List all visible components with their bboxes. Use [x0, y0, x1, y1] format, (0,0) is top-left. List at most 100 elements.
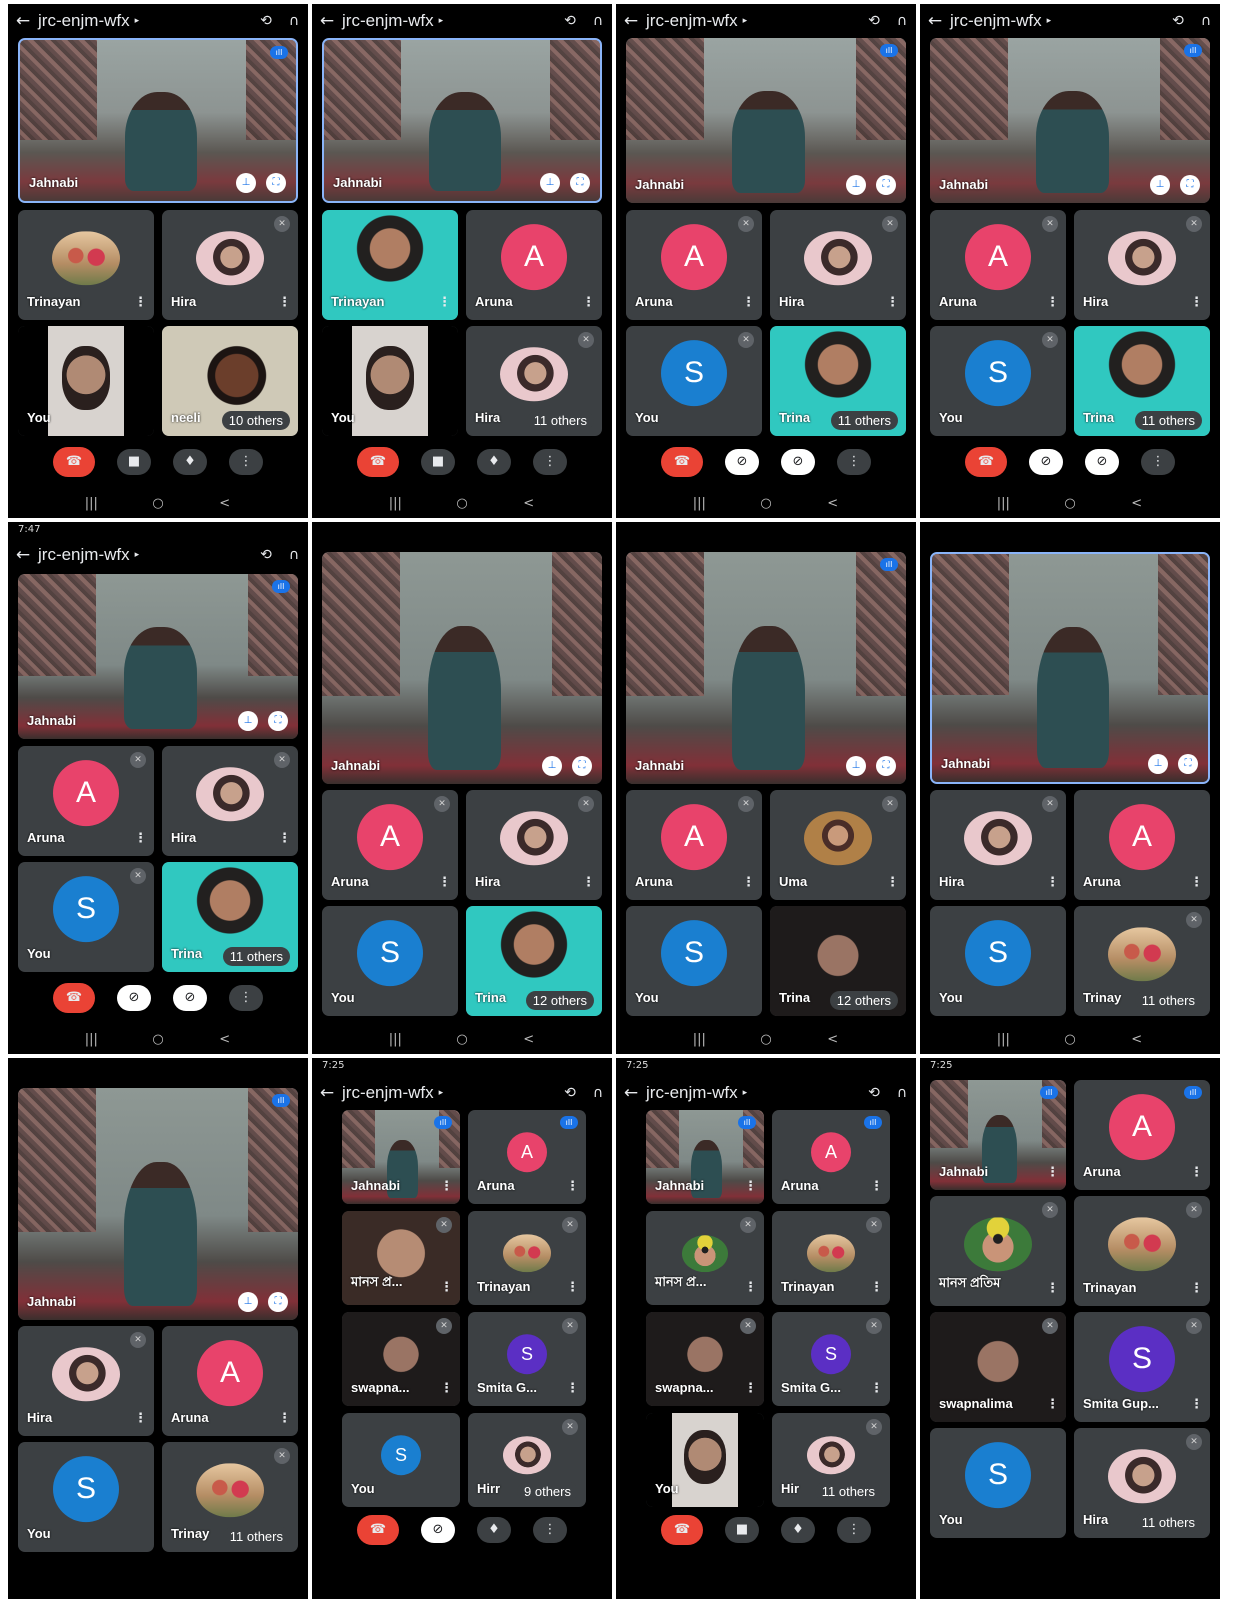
tile-menu-icon[interactable]: ⋮ — [440, 1280, 453, 1295]
tile-menu-icon[interactable]: ⋮ — [1046, 875, 1059, 890]
participant-tile[interactable]: S You ✕ — [930, 326, 1066, 436]
more-options-button[interactable]: ⋮ — [533, 449, 567, 475]
fullscreen-icon[interactable]: ⛶ — [268, 711, 288, 731]
participant-tile[interactable]: Trinayan ✕ ⋮ — [772, 1211, 890, 1305]
headphones-icon[interactable]: ∩ — [1192, 13, 1220, 29]
participant-tile[interactable]: Trinay ✕ 11 others — [162, 1442, 298, 1552]
mic-button[interactable]: ♦ — [173, 449, 207, 475]
participant-tile[interactable]: মানস প্রতিম ✕ ⋮ — [930, 1196, 1066, 1306]
pin-icon[interactable]: ⊥ — [846, 756, 866, 776]
more-options-button[interactable]: ⋮ — [837, 1517, 871, 1543]
end-call-button[interactable]: ☎ — [53, 983, 95, 1013]
participant-tile[interactable]: Hira ✕ ⋮ — [162, 746, 298, 856]
meeting-code[interactable]: jrc-enjm-wfx — [38, 545, 130, 565]
participant-tile[interactable]: Trina 11 others — [1074, 326, 1210, 436]
tile-menu-icon[interactable]: ⋮ — [278, 295, 291, 310]
switch-camera-icon[interactable]: ⟲ — [252, 547, 280, 563]
home-icon[interactable]: ○ — [452, 1032, 472, 1047]
participant-tile[interactable]: Hirr ✕ 9 others — [468, 1413, 586, 1507]
tile-menu-icon[interactable]: ⋮ — [1046, 295, 1059, 310]
camera-off-button[interactable]: ⊘ — [117, 985, 151, 1011]
more-options-button[interactable]: ⋮ — [837, 449, 871, 475]
tile-menu-icon[interactable]: ⋮ — [134, 1411, 147, 1426]
others-count-chip[interactable]: 12 others — [829, 991, 898, 1010]
pin-icon[interactable]: ⊥ — [542, 756, 562, 776]
participant-tile[interactable]: S You — [626, 906, 762, 1016]
mic-off-button[interactable]: ⊘ — [781, 449, 815, 475]
others-count-chip[interactable]: 11 others — [1134, 1513, 1202, 1532]
tile-menu-icon[interactable]: ⋮ — [742, 875, 755, 890]
headphones-icon[interactable]: ∩ — [584, 1085, 612, 1101]
tile-menu-icon[interactable]: ⋮ — [886, 295, 899, 310]
back-nav-icon[interactable]: < — [823, 496, 843, 511]
recent-apps-icon[interactable]: ||| — [81, 1032, 101, 1047]
participant-tile[interactable]: S You — [930, 906, 1066, 1016]
tile-menu-icon[interactable]: ⋮ — [566, 1179, 579, 1194]
participant-tile[interactable]: A Aruna ⋮ — [162, 1326, 298, 1436]
caret-right-icon[interactable]: ▸ — [439, 16, 444, 26]
switch-camera-icon[interactable]: ⟲ — [556, 1085, 584, 1101]
tile-menu-icon[interactable]: ⋮ — [278, 1411, 291, 1426]
tile-menu-icon[interactable]: ⋮ — [744, 1381, 757, 1396]
participant-tile[interactable]: Jahnabi ıll ⋮ — [930, 1080, 1066, 1190]
participant-tile[interactable]: A Aruna ✕ ⋮ — [626, 210, 762, 320]
caret-right-icon[interactable]: ▸ — [135, 16, 140, 26]
participant-tile[interactable]: S You — [322, 906, 458, 1016]
participant-tile[interactable]: A Aruna ✕ ⋮ — [930, 210, 1066, 320]
end-call-button[interactable]: ☎ — [661, 447, 703, 477]
tile-menu-icon[interactable]: ⋮ — [134, 831, 147, 846]
meeting-code[interactable]: jrc-enjm-wfx — [38, 11, 130, 31]
others-count-chip[interactable]: 10 others — [221, 411, 290, 430]
participant-tile[interactable]: S Smita G... ✕ ⋮ — [468, 1312, 586, 1406]
pin-icon[interactable]: ⊥ — [1148, 754, 1168, 774]
fullscreen-icon[interactable]: ⛶ — [876, 175, 896, 195]
home-icon[interactable]: ○ — [148, 1032, 168, 1047]
back-nav-icon[interactable]: < — [215, 1032, 235, 1047]
participant-tile[interactable]: Hira ✕ ⋮ — [162, 210, 298, 320]
tile-menu-icon[interactable]: ⋮ — [744, 1280, 757, 1295]
more-options-button[interactable]: ⋮ — [1141, 449, 1175, 475]
participant-tile[interactable]: swapna... ✕ ⋮ — [342, 1312, 460, 1406]
fullscreen-icon[interactable]: ⛶ — [572, 756, 592, 776]
back-nav-icon[interactable]: < — [215, 496, 235, 511]
others-count-chip[interactable]: 11 others — [830, 411, 898, 430]
back-arrow-icon[interactable]: ← — [616, 11, 646, 31]
tile-menu-icon[interactable]: ⋮ — [870, 1280, 883, 1295]
end-call-button[interactable]: ☎ — [965, 447, 1007, 477]
meeting-code[interactable]: jrc-enjm-wfx — [950, 11, 1042, 31]
tile-menu-icon[interactable]: ⋮ — [1190, 1165, 1203, 1180]
tile-menu-icon[interactable]: ⋮ — [1190, 1281, 1203, 1296]
home-icon[interactable]: ○ — [148, 496, 168, 511]
participant-tile[interactable]: Trinayan ⋮ — [322, 210, 458, 320]
main-speaker-tile[interactable]: Jahnabi ıll ⊥ ⛶ — [18, 1088, 298, 1320]
mic-button[interactable]: ♦ — [781, 1517, 815, 1543]
headphones-icon[interactable]: ∩ — [280, 547, 308, 563]
others-count-chip[interactable]: 11 others — [1134, 991, 1202, 1010]
participant-tile[interactable]: You — [646, 1413, 764, 1507]
participant-tile[interactable]: Hira ✕ ⋮ — [770, 210, 906, 320]
headphones-icon[interactable]: ∩ — [280, 13, 308, 29]
end-call-button[interactable]: ☎ — [357, 1515, 399, 1545]
back-arrow-icon[interactable]: ← — [8, 11, 38, 31]
main-speaker-tile[interactable]: Jahnabi ıll ⊥ ⛶ — [930, 38, 1210, 203]
home-icon[interactable]: ○ — [1060, 496, 1080, 511]
others-count-chip[interactable]: 9 others — [517, 1482, 578, 1501]
recent-apps-icon[interactable]: ||| — [993, 496, 1013, 511]
tile-menu-icon[interactable]: ⋮ — [1190, 875, 1203, 890]
camera-button[interactable]: ■ — [421, 449, 455, 475]
mic-off-button[interactable]: ⊘ — [1085, 449, 1119, 475]
participant-tile[interactable]: A Aruna ıll ⋮ — [468, 1110, 586, 1204]
participant-tile[interactable]: Hir ✕ 11 others — [772, 1413, 890, 1507]
pin-icon[interactable]: ⊥ — [238, 1292, 258, 1312]
participant-tile[interactable]: A Aruna ✕ ⋮ — [626, 790, 762, 900]
tile-menu-icon[interactable]: ⋮ — [582, 875, 595, 890]
participant-tile[interactable]: Trina 12 others — [466, 906, 602, 1016]
participant-tile[interactable]: Hira ✕ 11 others — [466, 326, 602, 436]
tile-menu-icon[interactable]: ⋮ — [278, 831, 291, 846]
participant-tile[interactable]: S You — [930, 1428, 1066, 1538]
participant-tile[interactable]: A Aruna ıll ⋮ — [1074, 1080, 1210, 1190]
back-nav-icon[interactable]: < — [1127, 1032, 1147, 1047]
tile-menu-icon[interactable]: ⋮ — [438, 875, 451, 890]
recent-apps-icon[interactable]: ||| — [81, 496, 101, 511]
participant-tile[interactable]: You — [322, 326, 458, 436]
